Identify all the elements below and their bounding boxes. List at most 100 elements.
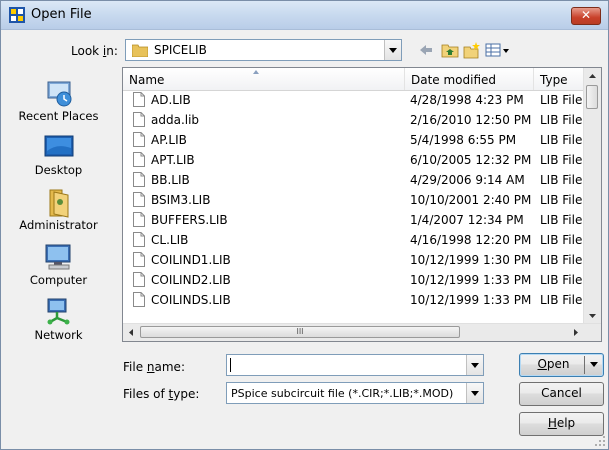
file-type: LIB File	[540, 293, 583, 307]
file-row[interactable]: COILINDS.LIB 10/12/1999 1:33 PM LIB File	[123, 290, 585, 310]
place-recent-places[interactable]: Recent Places	[1, 77, 116, 123]
file-name: AP.LIB	[151, 133, 187, 147]
file-type: LIB File	[540, 153, 583, 167]
file-row[interactable]: BB.LIB 4/29/2006 9:14 AM LIB File	[123, 170, 585, 190]
back-icon[interactable]	[417, 41, 435, 59]
file-row[interactable]: adda.lib 2/16/2010 12:50 PM LIB File	[123, 110, 585, 130]
network-icon	[47, 298, 69, 325]
place-label: Network	[34, 328, 83, 342]
close-icon: ✕	[580, 8, 592, 22]
file-icon	[133, 232, 145, 247]
cancel-button[interactable]: Cancel	[519, 382, 604, 406]
file-row[interactable]: COILIND2.LIB 10/12/1999 1:33 PM LIB File	[123, 270, 585, 290]
file-row[interactable]: BSIM3.LIB 10/10/2001 2:40 PM LIB File	[123, 190, 585, 210]
horizontal-scroll-thumb[interactable]: III	[140, 326, 460, 338]
file-type: LIB File	[540, 173, 583, 187]
scroll-right-icon[interactable]	[567, 324, 584, 341]
file-row[interactable]: APT.LIB 6/10/2005 12:32 PM LIB File	[123, 150, 585, 170]
help-button[interactable]: Help	[519, 412, 604, 436]
open-button[interactable]: Open	[519, 353, 604, 377]
file-name: APT.LIB	[151, 153, 195, 167]
column-header-type[interactable]: Type	[534, 68, 586, 90]
file-name: BSIM3.LIB	[151, 193, 211, 207]
file-date-modified: 10/12/1999 1:33 PM	[410, 293, 532, 307]
file-name-input[interactable]	[226, 354, 484, 376]
file-type: LIB File	[540, 113, 583, 127]
open-dropdown-chevron-icon[interactable]	[584, 356, 603, 374]
file-icon	[133, 172, 145, 187]
look-in-label: Look in:	[71, 44, 118, 58]
folder-icon	[132, 44, 148, 57]
file-icon	[133, 212, 145, 227]
file-name-label: File name:	[123, 360, 185, 374]
file-row[interactable]: AD.LIB 4/28/1998 4:23 PM LIB File	[123, 90, 585, 110]
file-type: LIB File	[540, 93, 583, 107]
column-header-date-modified[interactable]: Date modified	[405, 68, 534, 90]
file-icon	[133, 252, 145, 267]
scroll-down-icon[interactable]	[584, 307, 601, 324]
file-date-modified: 2/16/2010 12:50 PM	[410, 113, 532, 127]
resize-grip-icon[interactable]	[594, 435, 606, 447]
file-row[interactable]: AP.LIB 5/4/1998 6:55 PM LIB File	[123, 130, 585, 150]
file-name: AD.LIB	[151, 93, 191, 107]
file-row[interactable]: BUFFERS.LIB 1/4/2007 12:34 PM LIB File	[123, 210, 585, 230]
file-list[interactable]: Name Date modified Type AD.LIB 4/28/1998 …	[122, 67, 602, 342]
place-label: Recent Places	[18, 109, 99, 123]
file-date-modified: 10/12/1999 1:30 PM	[410, 253, 532, 267]
desktop-icon	[44, 135, 73, 157]
file-icon	[133, 272, 145, 287]
file-row[interactable]: COILIND1.LIB 10/12/1999 1:30 PM LIB File	[123, 250, 585, 270]
look-in-value: SPICELIB	[154, 43, 207, 57]
scroll-up-icon[interactable]	[584, 68, 601, 85]
file-type: LIB File	[540, 253, 583, 267]
file-name: BB.LIB	[151, 173, 190, 187]
file-type: LIB File	[540, 193, 583, 207]
file-date-modified: 4/28/1998 4:23 PM	[410, 93, 524, 107]
vertical-scrollbar[interactable]	[583, 68, 601, 324]
column-headers: Name Date modified Type	[123, 68, 585, 91]
file-icon	[133, 132, 145, 147]
column-header-name[interactable]: Name	[123, 68, 405, 90]
file-type: LIB File	[540, 273, 583, 287]
file-rows: AD.LIB 4/28/1998 4:23 PM LIB File adda.lib 2…	[123, 90, 585, 310]
horizontal-scrollbar[interactable]: III	[123, 323, 601, 341]
chevron-down-icon[interactable]	[466, 355, 483, 375]
file-type: LIB File	[540, 213, 583, 227]
vertical-scroll-thumb[interactable]	[586, 85, 598, 109]
look-in-dropdown[interactable]: SPICELIB	[125, 39, 402, 61]
file-name: BUFFERS.LIB	[151, 213, 228, 227]
file-icon	[133, 152, 145, 167]
file-name: COILINDS.LIB	[151, 293, 231, 307]
up-folder-icon[interactable]	[441, 41, 459, 59]
file-type: LIB File	[540, 133, 583, 147]
files-of-type-select[interactable]: PSpice subcircuit file (*.CIR;*.LIB;*.MO…	[226, 382, 484, 404]
file-row[interactable]: CL.LIB 4/16/1998 12:20 PM LIB File	[123, 230, 585, 250]
place-desktop[interactable]: Desktop	[1, 131, 116, 177]
place-label: Administrator	[19, 218, 98, 232]
new-folder-icon[interactable]	[463, 41, 481, 59]
file-date-modified: 1/4/2007 12:34 PM	[410, 213, 524, 227]
place-administrator[interactable]: Administrator	[1, 186, 116, 232]
title-bar[interactable]: Open File ✕	[1, 1, 608, 30]
file-date-modified: 6/10/2005 12:32 PM	[410, 153, 532, 167]
place-label: Computer	[29, 273, 88, 287]
chevron-down-icon[interactable]	[384, 40, 401, 60]
scroll-left-icon[interactable]	[123, 324, 140, 341]
close-button[interactable]: ✕	[571, 7, 601, 25]
file-date-modified: 10/10/2001 2:40 PM	[410, 193, 532, 207]
place-network[interactable]: Network	[1, 296, 116, 342]
file-date-modified: 10/12/1999 1:33 PM	[410, 273, 532, 287]
place-computer[interactable]: Computer	[1, 241, 116, 287]
recent-places-icon	[47, 81, 71, 107]
sort-ascending-icon	[253, 70, 259, 74]
file-date-modified: 5/4/1998 6:55 PM	[410, 133, 517, 147]
open-file-dialog: Open File ✕ Look in: SPICELIB Recent Pla…	[0, 0, 609, 450]
file-name: CL.LIB	[151, 233, 189, 247]
file-name: adda.lib	[151, 113, 200, 127]
chevron-down-icon[interactable]	[466, 383, 483, 403]
app-icon	[9, 7, 25, 23]
file-name: COILIND1.LIB	[151, 253, 231, 267]
user-folder-icon	[49, 189, 68, 218]
window-title: Open File	[31, 7, 92, 22]
views-icon[interactable]	[485, 41, 511, 59]
